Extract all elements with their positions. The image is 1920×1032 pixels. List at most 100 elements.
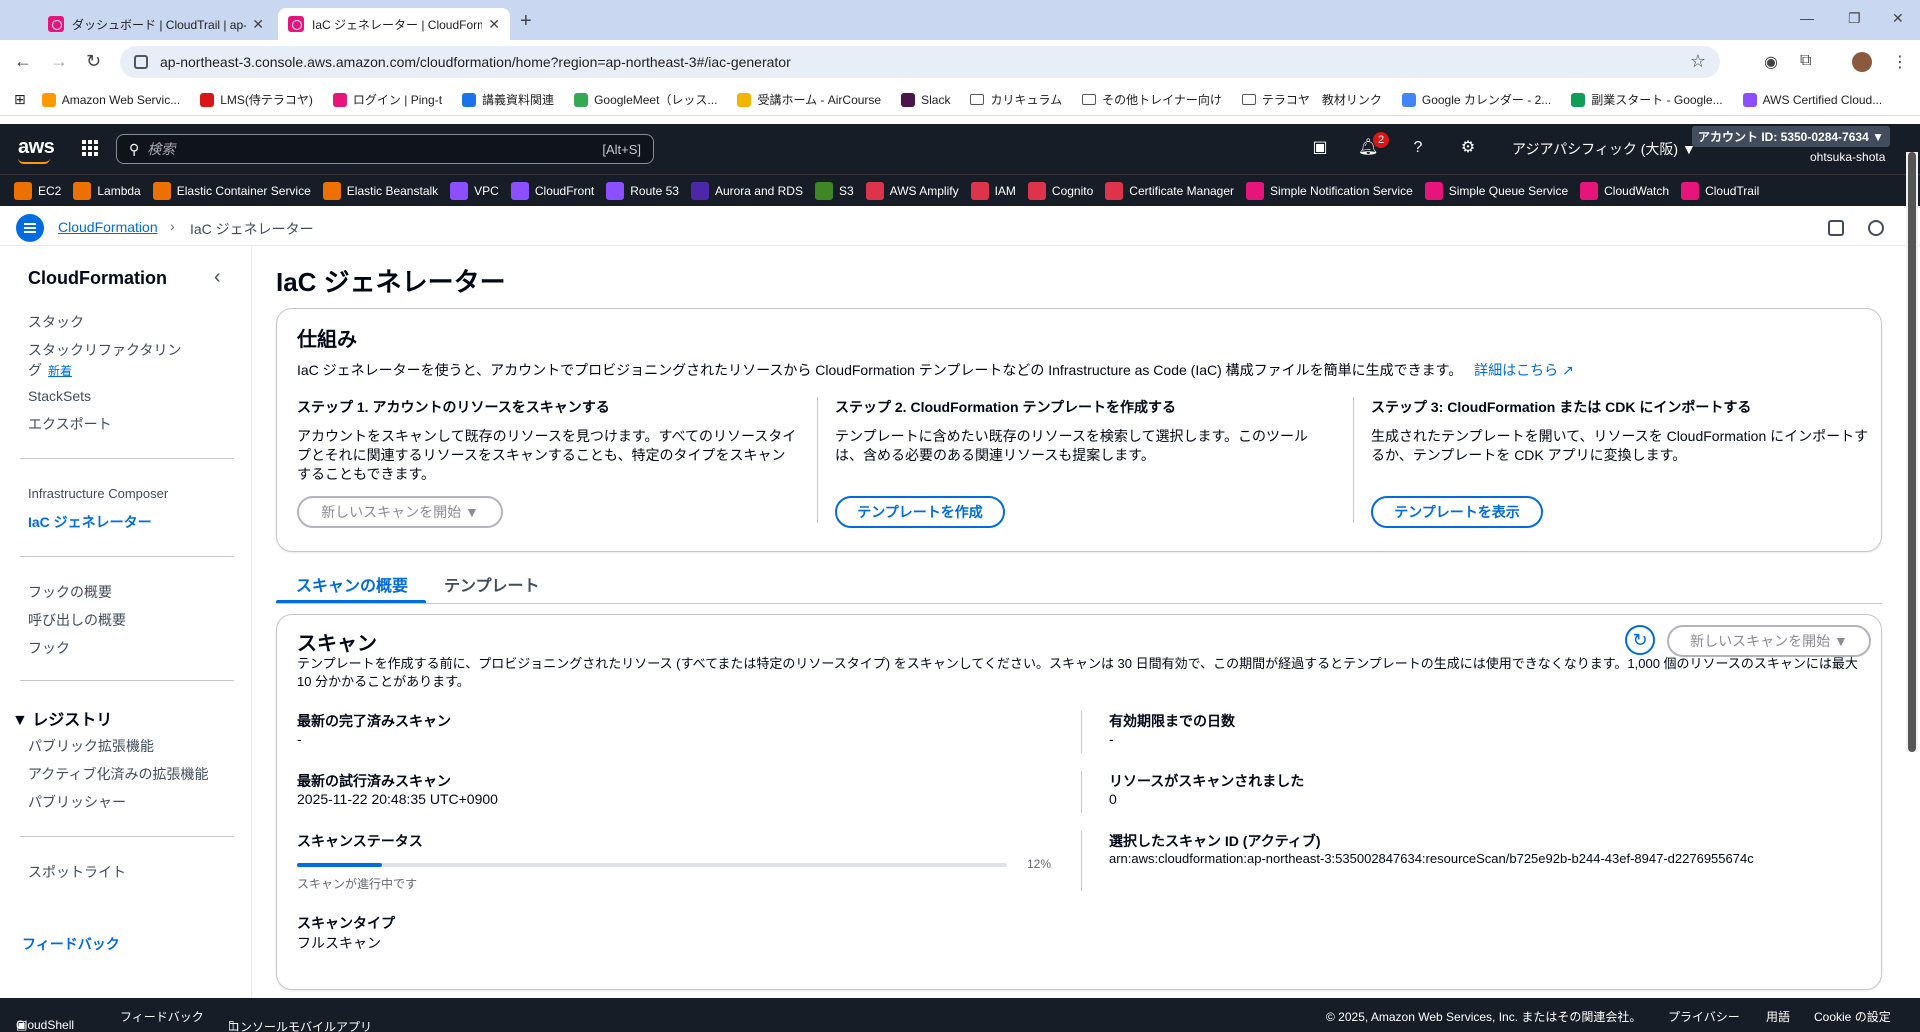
favorite-service-iam[interactable]: IAM [970, 181, 1016, 200]
bookmark-item[interactable]: カリキュラム [970, 91, 1062, 108]
close-tab-icon[interactable]: ✕ [252, 16, 264, 33]
start-new-scan-button[interactable]: 新しいスキャンを開始 ▼ [1667, 625, 1871, 657]
create-template-button[interactable]: テンプレートを作成 [835, 496, 1005, 528]
sidebar-item-invocations-overview[interactable]: 呼び出しの概要 [28, 610, 126, 630]
bookmark-item[interactable]: 副業スタート - Google... [1571, 91, 1723, 108]
settings-gear-icon[interactable]: ⚙ [1458, 138, 1478, 158]
site-info-icon[interactable] [134, 55, 148, 69]
aws-logo[interactable]: aws [18, 136, 55, 164]
screenshot-icon[interactable]: ◉ [1764, 52, 1778, 72]
bookmark-item[interactable]: AWS Certified Cloud... [1742, 91, 1882, 108]
bookmark-item[interactable]: Slack [901, 91, 950, 108]
sidebar-item-exports[interactable]: エクスポート [28, 414, 112, 434]
start-new-scan-button-disabled[interactable]: 新しいスキャンを開始 ▼ [297, 496, 503, 528]
minimize-icon[interactable]: — [1800, 10, 1814, 26]
favorite-service-route-53[interactable]: Route 53 [606, 181, 679, 200]
favorite-service-cloudtrail[interactable]: CloudTrail [1681, 181, 1759, 200]
footer-feedback-link[interactable]: フィードバック [120, 1008, 204, 1025]
side-navigation-toggle[interactable] [16, 214, 44, 242]
favorite-service-elastic-container-service[interactable]: Elastic Container Service [152, 181, 311, 200]
bookmark-item[interactable]: 講義資料関連 [462, 91, 554, 108]
restore-icon[interactable]: ❐ [1848, 10, 1861, 27]
service-icon [14, 181, 32, 200]
refresh-icon[interactable]: ↻ [1625, 625, 1655, 655]
services-menu-icon[interactable] [82, 140, 98, 156]
sidebar-item-stack-refactoring[interactable]: スタックリファクタリン [28, 340, 181, 360]
info-panel-icon[interactable] [1828, 220, 1844, 236]
sidebar-item-stacks[interactable]: スタック [28, 312, 84, 332]
browser-menu-icon[interactable]: ⋮ [1892, 52, 1908, 72]
search-input[interactable] [147, 141, 603, 157]
account-menu[interactable]: アカウント ID: 5350-0284-7634 ▼ [1692, 126, 1890, 147]
scrollbar-thumb[interactable] [1908, 152, 1916, 752]
scan-progress-fill [297, 863, 383, 867]
favorite-service-cloudwatch[interactable]: CloudWatch [1580, 181, 1669, 200]
url-field[interactable]: ap-northeast-3.console.aws.amazon.com/cl… [120, 46, 1720, 78]
region-selector[interactable]: アジアパシフィック (大阪) ▼ [1512, 139, 1696, 159]
sidebar-item-spotlight[interactable]: スポットライト [28, 862, 126, 882]
browser-tab-cloudtrail[interactable]: ダッシュボード | CloudTrail | ap-nor ✕ [38, 8, 274, 40]
breadcrumb-separator-icon: › [170, 218, 175, 234]
user-name[interactable]: ohtsuka-shota [1810, 150, 1885, 164]
sidebar-item-stack-refactoring-cont[interactable]: グ新着 [28, 360, 72, 380]
bookmark-star-icon[interactable]: ☆ [1690, 51, 1706, 72]
favorite-service-lambda[interactable]: Lambda [73, 181, 141, 200]
sidebar-item-iac-generator[interactable]: IaC ジェネレーター [28, 512, 152, 532]
sidebar-item-publishers[interactable]: パブリッシャー [28, 792, 126, 812]
apps-grid-icon[interactable]: ⊞ [14, 91, 26, 108]
console-search[interactable]: ⚲ [Alt+S] [116, 134, 654, 164]
favorite-service-ec2[interactable]: EC2 [14, 181, 61, 200]
close-window-icon[interactable]: ✕ [1892, 10, 1904, 27]
tab-scan-overview[interactable]: スキャンの概要 [296, 572, 408, 596]
bookmark-item[interactable]: その他トレイナー向け [1082, 91, 1222, 108]
bookmark-item[interactable]: ログイン | Ping-t [332, 91, 442, 108]
view-template-button[interactable]: テンプレートを表示 [1371, 496, 1543, 528]
footer-terms-link[interactable]: 用語 [1766, 1008, 1790, 1025]
sidebar-item-activated-extensions[interactable]: アクティブ化済みの拡張機能 [28, 764, 208, 784]
sidebar-section-registry[interactable]: ▼ レジストリ [12, 706, 112, 730]
footer-cookie-settings-link[interactable]: Cookie の設定 [1814, 1008, 1891, 1025]
forward-icon[interactable]: → [50, 52, 68, 70]
favorite-service-elastic-beanstalk[interactable]: Elastic Beanstalk [322, 181, 438, 200]
breadcrumb-cloudformation-link[interactable]: CloudFormation [58, 219, 158, 235]
bookmarks-bar: ⊞ Amazon Web Servic... LMS(侍テラコヤ) ログイン | P… [0, 84, 1920, 116]
bookmark-item[interactable]: テラコヤ 教材リンク [1241, 91, 1382, 108]
favorite-service-cognito[interactable]: Cognito [1027, 181, 1093, 200]
footer-privacy-link[interactable]: プライバシー [1668, 1008, 1740, 1025]
favorite-service-aurora-and-rds[interactable]: Aurora and RDS [690, 181, 803, 200]
sidebar-divider [20, 836, 234, 837]
favorite-service-certificate-manager[interactable]: Certificate Manager [1105, 181, 1234, 200]
favorite-service-simple-notification-service[interactable]: Simple Notification Service [1246, 181, 1413, 200]
bookmark-item[interactable]: Amazon Web Servic... [41, 91, 180, 108]
browser-tab-iac-generator[interactable]: IaC ジェネレーター | CloudFormatio ✕ [278, 8, 510, 40]
breadcrumb-current: IaC ジェネレーター [190, 221, 314, 237]
bookmark-item[interactable]: LMS(侍テラコヤ) [200, 91, 313, 108]
sidebar-feedback-link[interactable]: フィードバック [22, 934, 120, 954]
new-tab-icon[interactable]: + [520, 10, 532, 33]
notifications-panel-icon[interactable] [1868, 220, 1884, 236]
reload-icon[interactable]: ↻ [86, 52, 101, 70]
sidebar-item-infrastructure-composer[interactable]: Infrastructure Composer [28, 486, 168, 501]
favorite-service-simple-queue-service[interactable]: Simple Queue Service [1424, 181, 1568, 200]
profile-avatar[interactable] [1852, 52, 1872, 72]
favorite-service-cloudfront[interactable]: CloudFront [510, 181, 594, 200]
extensions-icon[interactable]: ⧉ [1800, 52, 1811, 70]
favorite-service-s3[interactable]: S3 [814, 181, 854, 200]
cloudshell-icon[interactable]: ▣ [1310, 138, 1330, 158]
help-icon[interactable]: ? [1408, 138, 1428, 158]
close-tab-icon[interactable]: ✕ [488, 16, 500, 33]
favorite-service-vpc[interactable]: VPC [450, 181, 499, 200]
sidebar-item-public-extensions[interactable]: パブリック拡張機能 [28, 736, 154, 756]
sidebar-item-hooks-overview[interactable]: フックの概要 [28, 582, 112, 602]
bookmark-item[interactable]: GoogleMeet（レッス... [574, 91, 717, 108]
favorite-service-aws-amplify[interactable]: AWS Amplify [865, 181, 959, 200]
sidebar-item-stacksets[interactable]: StackSets [28, 388, 91, 404]
bookmark-item[interactable]: Google カレンダー - 2... [1401, 91, 1551, 108]
learn-more-link[interactable]: 詳細はこちら ↗ [1474, 362, 1574, 378]
sidebar-item-hooks[interactable]: フック [28, 638, 70, 658]
page-scrollbar[interactable] [1906, 152, 1918, 752]
back-icon[interactable]: ← [14, 52, 32, 70]
tab-templates[interactable]: テンプレート [444, 572, 540, 596]
bookmark-item[interactable]: 受講ホーム - AirCourse [737, 91, 881, 108]
collapse-sidebar-icon[interactable]: ‹ [214, 266, 221, 289]
